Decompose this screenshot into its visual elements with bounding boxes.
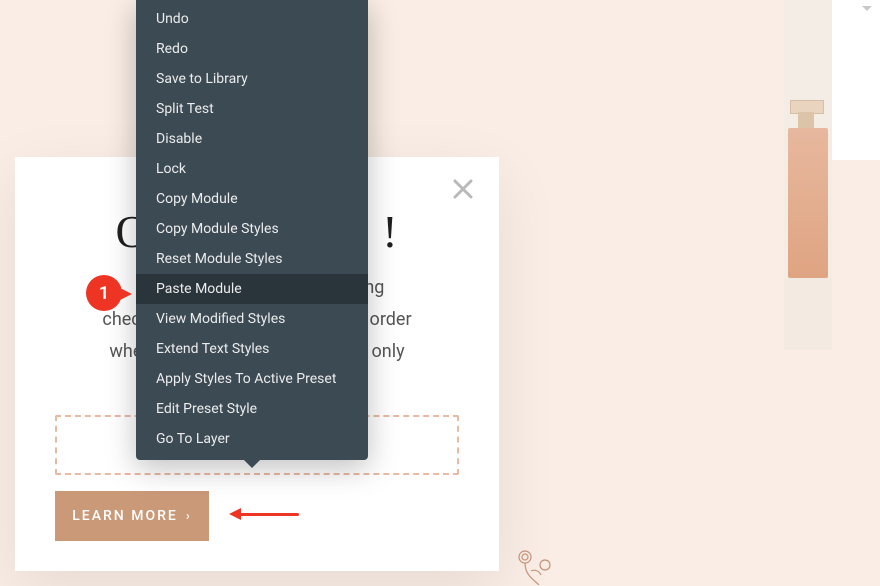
ctx-copy-module-styles[interactable]: Copy Module Styles xyxy=(136,214,368,244)
learn-more-button[interactable]: LEARN MORE › xyxy=(55,491,209,541)
perfume-bottle-neck xyxy=(798,112,814,128)
ctx-save-to-library[interactable]: Save to Library xyxy=(136,64,368,94)
ctx-undo[interactable]: Undo xyxy=(136,4,368,34)
decorative-flower-icon xyxy=(505,545,565,586)
title-fragment-right: ! xyxy=(382,206,398,257)
ctx-paste-module[interactable]: Paste Module xyxy=(136,274,368,304)
product-plinth xyxy=(784,278,832,350)
ctx-view-modified-styles[interactable]: View Modified Styles xyxy=(136,304,368,334)
context-menu-pointer-icon xyxy=(244,460,260,468)
chevron-right-icon: › xyxy=(186,509,192,524)
ctx-extend-text-styles[interactable]: Extend Text Styles xyxy=(136,334,368,364)
annotation-callout: 1 xyxy=(86,275,132,311)
product-image xyxy=(784,0,832,350)
perfume-bottle-body xyxy=(788,128,828,278)
ctx-lock[interactable]: Lock xyxy=(136,154,368,184)
ctx-redo[interactable]: Redo xyxy=(136,34,368,64)
close-icon[interactable] xyxy=(451,177,475,201)
ctx-reset-module-styles[interactable]: Reset Module Styles xyxy=(136,244,368,274)
ctx-edit-preset-style[interactable]: Edit Preset Style xyxy=(136,394,368,424)
learn-more-label: LEARN MORE xyxy=(72,508,178,524)
ctx-split-test[interactable]: Split Test xyxy=(136,94,368,124)
ctx-apply-styles-active-preset[interactable]: Apply Styles To Active Preset xyxy=(136,364,368,394)
ctx-copy-module[interactable]: Copy Module xyxy=(136,184,368,214)
annotation-arrow-icon xyxy=(229,508,299,520)
ctx-disable[interactable]: Disable xyxy=(136,124,368,154)
dropdown-caret-icon[interactable] xyxy=(862,6,872,11)
ctx-go-to-layer[interactable]: Go To Layer xyxy=(136,424,368,454)
callout-pointer-icon xyxy=(118,287,132,301)
page-background: O ! xxxxxxxxxxxxxxxxxxxxxxxxuring checko… xyxy=(0,0,880,586)
callout-bubble: 1 xyxy=(86,275,122,311)
callout-number: 1 xyxy=(99,283,109,304)
context-menu[interactable]: Undo Redo Save to Library Split Test Dis… xyxy=(136,0,368,460)
right-sidebar xyxy=(832,0,880,160)
